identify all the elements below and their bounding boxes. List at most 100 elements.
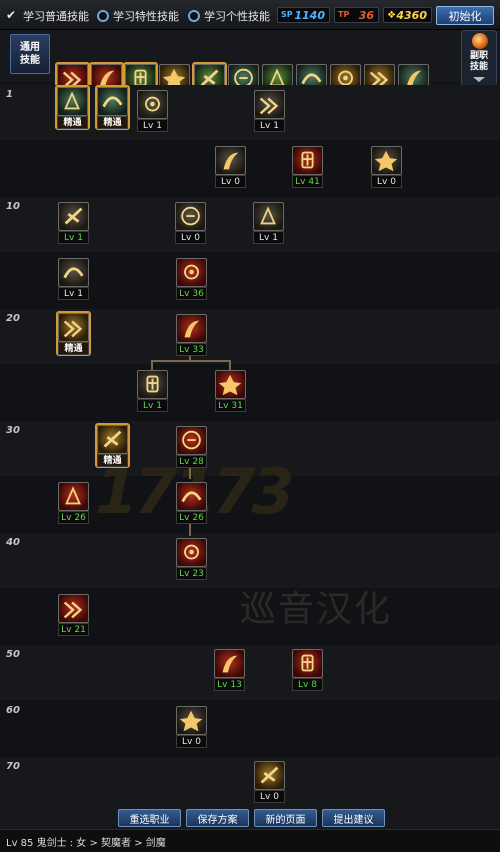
skill-node[interactable]: Lv 8 — [292, 649, 323, 691]
skill-icon — [371, 146, 402, 175]
skill-node[interactable]: Lv 1 — [58, 202, 89, 244]
skill-node[interactable]: Lv 26 — [58, 482, 89, 524]
tab-personal-skills-label: 学习个性技能 — [204, 9, 270, 23]
initialize-button[interactable]: 初始化 — [436, 6, 494, 25]
skill-node[interactable]: Lv 41 — [292, 146, 323, 188]
skill-icon — [254, 90, 285, 119]
side-skills-panel[interactable]: 副职 技能 — [461, 30, 497, 86]
skill-node[interactable]: Lv 28 — [176, 426, 207, 468]
skill-icon — [253, 202, 284, 231]
skill-level-label: Lv 23 — [176, 567, 207, 580]
row-band — [0, 757, 500, 807]
sp-value: 1140 — [294, 8, 325, 22]
skill-icon — [137, 90, 168, 119]
reselect-class-button[interactable]: 重选职业 — [118, 809, 181, 827]
skill-icon — [58, 482, 89, 511]
coin-value: 4360 — [396, 8, 427, 22]
level-marker: 50 — [6, 649, 20, 660]
skill-level-label: Lv 36 — [176, 287, 207, 300]
skill-level-label: Lv 31 — [215, 399, 246, 412]
level-marker: 1 — [6, 89, 13, 100]
skill-node[interactable]: Lv 0 — [215, 146, 246, 188]
skill-level-label: Lv 0 — [254, 790, 285, 803]
connector-line — [151, 360, 231, 362]
skill-icon — [292, 146, 323, 175]
skill-level-label: 精通 — [97, 454, 128, 467]
skill-level-label: Lv 1 — [137, 399, 168, 412]
skill-level-label: 精通 — [58, 342, 89, 355]
tab-normal-skills[interactable]: ✔ 学习普通技能 — [6, 7, 89, 24]
coin-points: ❖ 4360 — [383, 7, 432, 23]
skill-icon — [58, 258, 89, 287]
skill-node[interactable]: Lv 0 — [254, 761, 285, 803]
skill-icon — [176, 258, 207, 287]
skill-node[interactable]: Lv 23 — [176, 538, 207, 580]
status-bar: Lv 85 鬼剑士 : 女 > 契魔者 > 剑魔 — [0, 829, 500, 852]
skill-icon — [215, 370, 246, 399]
level-marker: 40 — [6, 537, 20, 548]
coin-icon: ❖ — [387, 10, 396, 21]
level-marker: 60 — [6, 705, 20, 716]
skill-node[interactable]: Lv 1 — [254, 90, 285, 132]
skill-node[interactable]: Lv 21 — [58, 594, 89, 636]
skill-level-label: Lv 0 — [215, 175, 246, 188]
skill-level-label: Lv 21 — [58, 623, 89, 636]
skill-node[interactable]: Lv 1 — [58, 258, 89, 300]
skill-icon — [176, 482, 207, 511]
skill-level-label: Lv 26 — [58, 511, 89, 524]
skill-node[interactable]: Lv 1 — [137, 90, 168, 132]
orb-icon — [472, 33, 488, 49]
skill-node[interactable]: Lv 0 — [176, 706, 207, 748]
skill-level-label: Lv 8 — [292, 678, 323, 691]
skill-node[interactable]: 精通 — [95, 423, 130, 468]
sp-points: SP 1140 — [277, 7, 330, 23]
skill-icon — [292, 649, 323, 678]
skill-level-label: Lv 0 — [371, 175, 402, 188]
skill-node[interactable]: Lv 26 — [176, 482, 207, 524]
tab-trait-skills[interactable]: 学习特性技能 — [97, 7, 179, 24]
watermark-text: 巡音汉化 — [240, 589, 393, 630]
feedback-button[interactable]: 提出建议 — [322, 809, 385, 827]
skill-node[interactable]: Lv 13 — [214, 649, 245, 691]
skill-icon — [97, 87, 128, 116]
skill-level-label: Lv 1 — [254, 119, 285, 132]
connector-line — [229, 360, 231, 370]
skill-level-label: 精通 — [97, 116, 128, 129]
level-marker: 70 — [6, 761, 20, 772]
skill-icon — [176, 426, 207, 455]
skill-level-label: Lv 41 — [292, 175, 323, 188]
skill-node[interactable]: Lv 33 — [176, 314, 207, 356]
new-page-button[interactable]: 新的页面 — [254, 809, 317, 827]
skill-node[interactable]: Lv 1 — [137, 370, 168, 412]
skill-node[interactable]: 精通 — [95, 85, 130, 130]
skill-icon — [254, 761, 285, 790]
row-band — [0, 645, 500, 700]
general-skills-text: 通用 技能 — [20, 42, 40, 66]
skill-level-label: Lv 1 — [137, 119, 168, 132]
radio-icon — [188, 9, 200, 22]
side-skills-label: 副职 技能 — [469, 51, 488, 72]
save-plan-button[interactable]: 保存方案 — [186, 809, 249, 827]
level-marker: 10 — [6, 201, 20, 212]
skill-node[interactable]: 精通 — [56, 311, 91, 356]
level-marker: 30 — [6, 425, 20, 436]
top-bar: ✔ 学习普通技能 学习特性技能 学习个性技能 SP 1140 TP 36 ❖ 4… — [0, 0, 500, 30]
tab-normal-skills-label: 学习普通技能 — [23, 9, 89, 23]
skill-level-label: Lv 0 — [175, 231, 206, 244]
skill-level-label: Lv 28 — [176, 455, 207, 468]
skill-icon — [176, 314, 207, 343]
action-bar: 重选职业 保存方案 新的页面 提出建议 — [0, 807, 500, 829]
skill-node[interactable]: 精通 — [55, 85, 90, 130]
skill-icon — [97, 425, 128, 454]
skill-node[interactable]: Lv 0 — [371, 146, 402, 188]
tp-icon: TP — [338, 10, 350, 19]
skill-node[interactable]: Lv 1 — [253, 202, 284, 244]
skill-level-label: Lv 26 — [176, 511, 207, 524]
sp-icon: SP — [281, 10, 293, 19]
skill-node[interactable]: Lv 31 — [215, 370, 246, 412]
skill-node[interactable]: Lv 0 — [175, 202, 206, 244]
skill-icon — [175, 202, 206, 231]
skill-icon — [58, 313, 89, 342]
tab-personal-skills[interactable]: 学习个性技能 — [188, 7, 270, 24]
skill-node[interactable]: Lv 36 — [176, 258, 207, 300]
